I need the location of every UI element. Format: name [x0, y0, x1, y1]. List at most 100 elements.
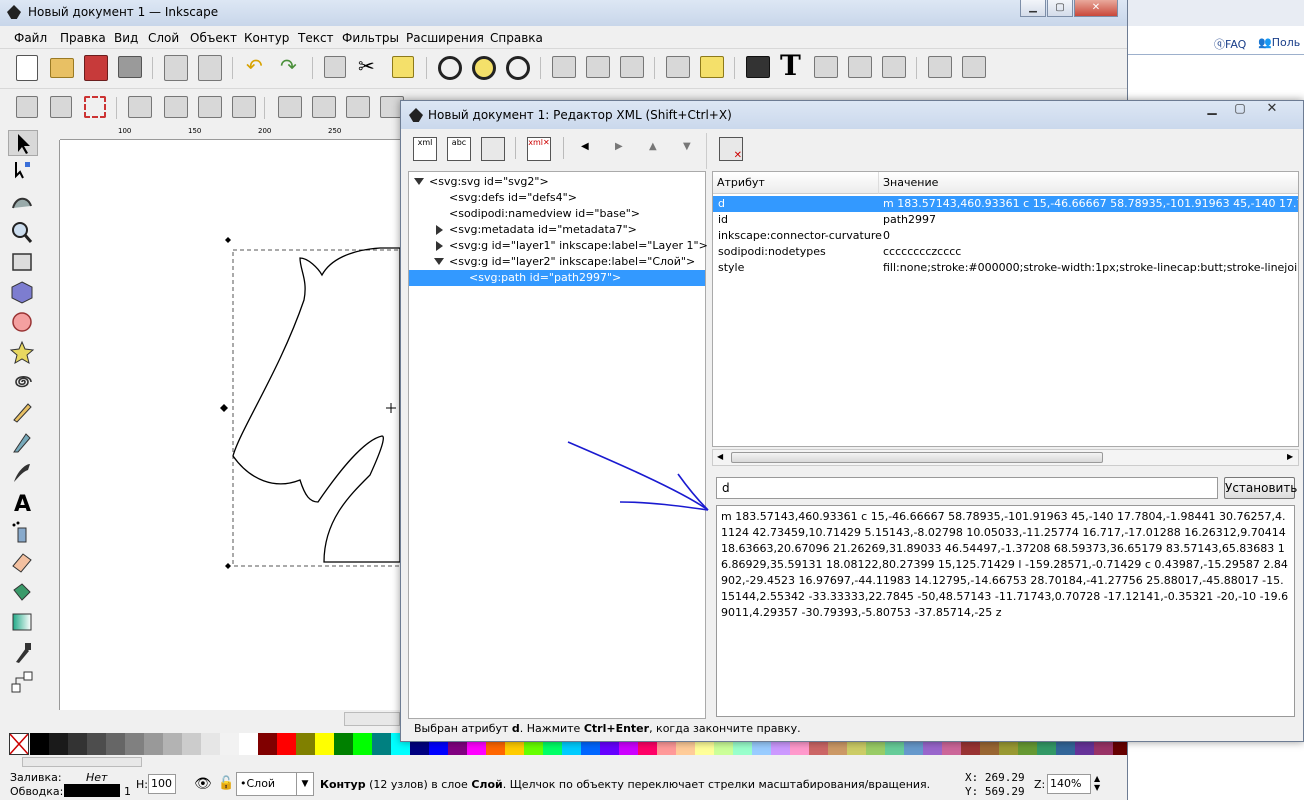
attr-row-connector-curvature[interactable]: inkscape:connector-curvature 0 — [713, 228, 1298, 244]
gradient-tool-icon[interactable] — [8, 610, 38, 636]
color-swatch[interactable] — [334, 733, 353, 755]
scroll-thumb[interactable] — [731, 452, 1103, 463]
select-all-icon[interactable] — [16, 96, 38, 118]
document-properties-icon[interactable] — [962, 56, 986, 78]
unlink-clone-icon[interactable] — [620, 56, 644, 78]
new-text-node-icon[interactable]: abc — [447, 137, 471, 161]
text-font-icon[interactable]: T — [780, 52, 804, 80]
raise-to-top-icon[interactable] — [278, 96, 302, 118]
save-icon[interactable] — [84, 55, 108, 81]
unindent-node-icon[interactable]: ◀ — [581, 141, 589, 152]
rotate-cw-icon[interactable] — [164, 96, 188, 118]
node-tool-icon[interactable] — [8, 158, 38, 184]
selector-tool-icon[interactable] — [8, 130, 38, 156]
color-swatch[interactable] — [372, 733, 391, 755]
fill-stroke-icon[interactable] — [746, 56, 770, 78]
pen-tool-icon[interactable] — [8, 430, 38, 456]
menu-object[interactable]: Объект — [190, 31, 237, 45]
color-swatch[interactable] — [144, 733, 163, 755]
zoom-input[interactable]: 140% — [1047, 774, 1091, 794]
menu-edit[interactable]: Правка — [60, 31, 106, 45]
raise-icon[interactable] — [312, 96, 336, 118]
attr-row-id[interactable]: id path2997 — [713, 212, 1298, 228]
duplicate-node-icon[interactable] — [481, 137, 505, 161]
delete-attribute-icon[interactable]: ✕ — [719, 137, 743, 161]
raise-node-icon[interactable]: ▲ — [649, 141, 657, 152]
undo-icon[interactable]: ↶ — [246, 56, 266, 78]
ungroup-icon[interactable] — [700, 56, 724, 78]
collapse-icon[interactable] — [436, 241, 443, 251]
opacity-input[interactable]: 100 — [148, 774, 176, 794]
menu-text[interactable]: Текст — [298, 31, 334, 45]
lower-node-icon[interactable]: ▼ — [683, 141, 691, 152]
attr-row-style[interactable]: style fill:none;stroke:#000000;stroke-wid… — [713, 260, 1298, 276]
minimize-button[interactable]: ▁ — [1020, 0, 1046, 17]
flip-vertical-icon[interactable] — [232, 96, 256, 118]
tweak-tool-icon[interactable] — [8, 188, 38, 214]
spray-tool-icon[interactable] — [8, 520, 38, 546]
eye-icon[interactable]: 👁 — [194, 776, 212, 792]
color-swatch[interactable] — [315, 733, 334, 755]
palette-scrollbar[interactable] — [22, 757, 142, 767]
tree-node-defs[interactable]: <svg:defs id="defs4"> — [409, 190, 705, 206]
menu-filters[interactable]: Фильтры — [342, 31, 399, 45]
rotate-ccw-icon[interactable] — [128, 96, 152, 118]
attr-column-header[interactable]: Атрибут — [713, 172, 878, 194]
color-swatch[interactable] — [201, 733, 220, 755]
tree-node-metadata[interactable]: <svg:metadata id="metadata7"> — [409, 222, 705, 238]
color-swatch[interactable] — [277, 733, 296, 755]
preferences-icon[interactable] — [928, 56, 952, 78]
color-swatch[interactable] — [182, 733, 201, 755]
paint-bucket-tool-icon[interactable] — [8, 580, 38, 606]
fill-value[interactable]: Нет — [86, 771, 107, 784]
color-swatch[interactable] — [258, 733, 277, 755]
attr-row-nodetypes[interactable]: sodipodi:nodetypes cccccccczcccc — [713, 244, 1298, 260]
export-icon[interactable] — [198, 55, 222, 81]
cut-icon[interactable]: ✂ — [358, 56, 380, 78]
stroke-swatch[interactable] — [64, 784, 120, 797]
eraser-tool-icon[interactable] — [8, 550, 38, 576]
color-swatch[interactable] — [106, 733, 125, 755]
no-paint-swatch[interactable] — [9, 733, 29, 755]
delete-node-icon[interactable]: xml✕ — [527, 137, 551, 161]
tree-node-layer1[interactable]: <svg:g id="layer1" inkscape:label="Layer… — [409, 238, 708, 254]
open-icon[interactable] — [50, 58, 74, 78]
lower-icon[interactable] — [346, 96, 370, 118]
xml-editor-icon[interactable] — [848, 56, 872, 78]
faq-link[interactable]: ⓠFAQ — [1214, 36, 1246, 52]
text-tool-icon[interactable]: A — [8, 490, 38, 517]
chevron-right-icon[interactable]: ▶ — [1287, 452, 1293, 461]
color-swatch[interactable] — [163, 733, 182, 755]
import-icon[interactable] — [164, 55, 188, 81]
color-swatch[interactable] — [353, 733, 372, 755]
3d-box-tool-icon[interactable] — [8, 280, 38, 306]
set-attribute-button[interactable]: Установить — [1224, 477, 1297, 499]
redo-icon[interactable]: ↷ — [280, 56, 300, 78]
color-swatch[interactable] — [220, 733, 239, 755]
menu-layer[interactable]: Слой — [148, 31, 179, 45]
menu-help[interactable]: Справка — [490, 31, 543, 45]
collapse-icon[interactable] — [436, 225, 443, 235]
rectangle-tool-icon[interactable] — [8, 250, 38, 276]
color-swatch[interactable] — [87, 733, 106, 755]
tree-node-path[interactable]: <svg:path id="path2997"> — [409, 270, 705, 286]
zoom-selection-icon[interactable] — [438, 56, 462, 80]
value-column-header[interactable]: Значение — [878, 172, 1298, 194]
users-link[interactable]: 👥Поль — [1258, 36, 1300, 49]
maximize-button[interactable]: ▢ — [1047, 0, 1073, 17]
close-button[interactable]: ✕ — [1074, 0, 1118, 17]
expand-icon[interactable] — [434, 258, 444, 265]
tree-node-namedview[interactable]: <sodipodi:namedview id="base"> — [409, 206, 705, 222]
connector-tool-icon[interactable] — [8, 670, 38, 696]
spiral-tool-icon[interactable] — [8, 370, 38, 396]
color-swatch[interactable] — [296, 733, 315, 755]
menu-file[interactable]: Файл — [14, 31, 47, 45]
clone-icon[interactable] — [586, 56, 610, 78]
zoom-spinner[interactable]: ▲ ▼ — [1094, 774, 1100, 792]
chevron-down-icon[interactable]: ▼ — [296, 773, 313, 795]
xml-maximize-button[interactable]: ▢ — [1227, 101, 1253, 118]
xml-close-button[interactable]: ✕ — [1259, 101, 1285, 118]
color-swatch[interactable] — [30, 733, 49, 755]
lock-icon[interactable]: 🔓 — [218, 776, 234, 791]
paste-icon[interactable] — [392, 56, 414, 78]
